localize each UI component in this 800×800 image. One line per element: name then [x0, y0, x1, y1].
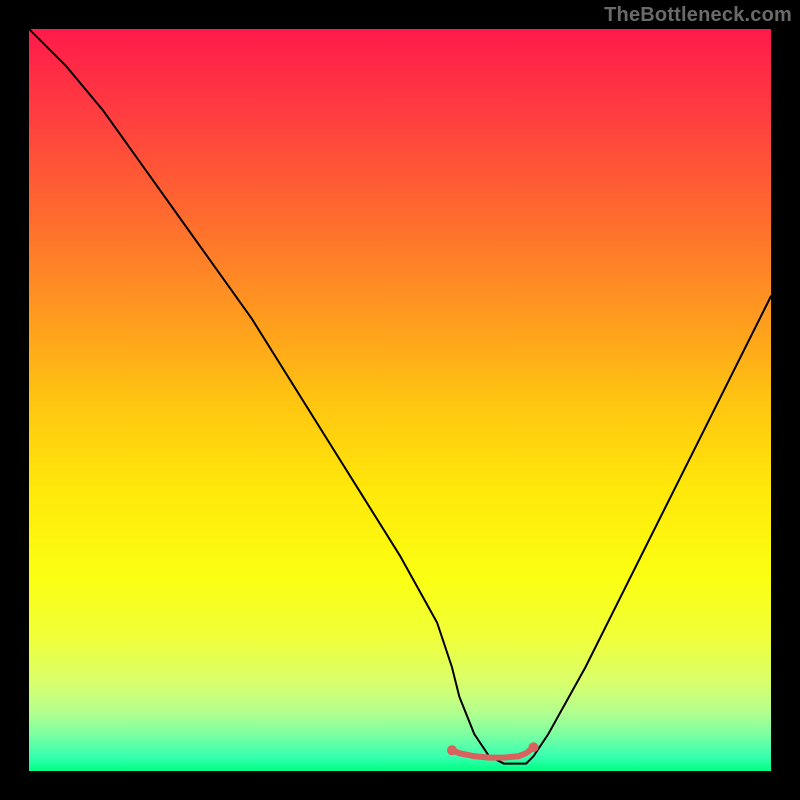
plot-area	[29, 29, 771, 771]
optimal-range-line	[452, 747, 534, 757]
chart-container: TheBottleneck.com	[0, 0, 800, 800]
bottleneck-curve	[29, 29, 771, 764]
curve-layer	[29, 29, 771, 771]
watermark-text: TheBottleneck.com	[604, 4, 792, 27]
optimal-range-dot	[529, 742, 539, 752]
optimal-range-dot	[447, 745, 457, 755]
